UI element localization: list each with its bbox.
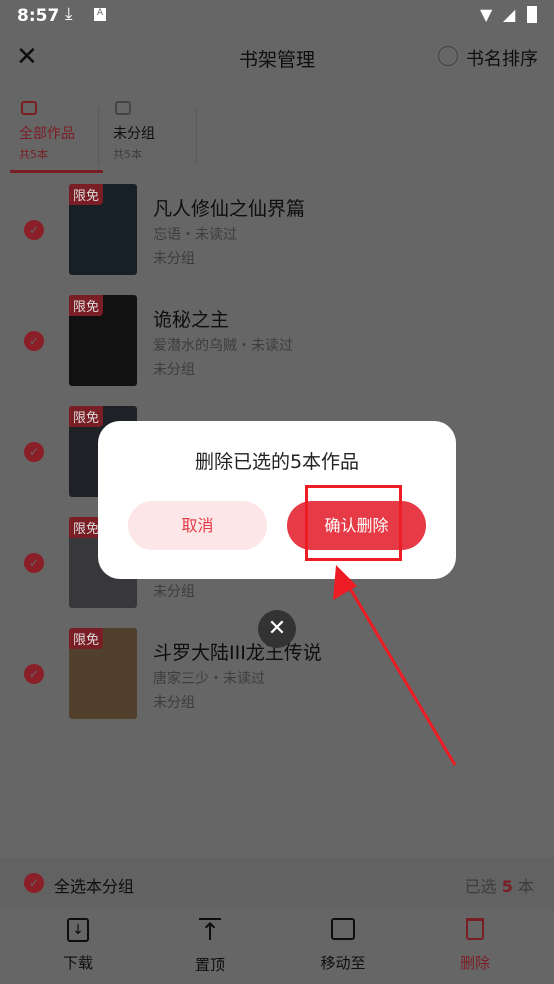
tab-label: 全部作品 (19, 126, 75, 142)
dialog-title: 删除已选的5本作品 (194, 451, 360, 473)
signal-icon: ◢ (503, 5, 516, 24)
book-cover: 限免 (69, 628, 137, 719)
book-cover: 限免 (69, 295, 137, 386)
tab-divider (196, 107, 197, 165)
cancel-button[interactable]: 取消 (128, 501, 267, 550)
tab-all-works[interactable]: 全部作品 共5本 (10, 96, 103, 174)
book-checkbox[interactable]: ✓ (24, 331, 44, 351)
tab-divider (98, 107, 99, 165)
download-icon: ↓ (67, 918, 89, 942)
book-meta: 唐家三少・未读过 (153, 671, 265, 687)
status-time: 8:57 (17, 6, 60, 26)
select-all-bar: ✓ 全选本分组 已选 5 本 (0, 858, 554, 908)
book-checkbox[interactable]: ✓ (24, 664, 44, 684)
trash-icon (466, 918, 484, 940)
select-all-checkbox[interactable]: ✓ (24, 873, 44, 893)
download-icon: ⤓ (65, 4, 73, 24)
book-meta: 忘语・未读过 (153, 227, 237, 243)
sort-radio[interactable] (438, 46, 458, 66)
book-title: 斗罗大陆III龙王传说 (153, 642, 322, 664)
book-checkbox[interactable]: ✓ (24, 553, 44, 573)
wifi-icon: ▼ (480, 5, 493, 24)
book-group: 未分组 (153, 251, 195, 267)
book-checkbox[interactable]: ✓ (24, 220, 44, 240)
book-row[interactable]: ✓ 限免 凡人修仙之仙界篇 忘语・未读过 未分组 (0, 182, 554, 293)
free-badge: 限免 (69, 184, 104, 205)
pin-top-button[interactable]: ↑ 置顶 (165, 918, 255, 975)
book-row[interactable]: ✓ 限免 诡秘之主 爱潜水的乌贼・未读过 未分组 (0, 293, 554, 404)
free-badge: 限免 (69, 628, 104, 649)
annotation-highlight-box (305, 485, 402, 561)
folder-icon (331, 918, 355, 940)
download-button[interactable]: ↓ 下载 (33, 918, 123, 973)
book-group: 未分组 (153, 695, 195, 711)
tab-indicator (10, 170, 103, 173)
dialog-close-icon[interactable]: ✕ (258, 610, 296, 648)
tab-label: 未分组 (113, 126, 155, 142)
bottom-toolbar: ↓ 下载 ↑ 置顶 移动至 删除 (0, 908, 554, 984)
battery-icon (527, 6, 537, 23)
sort-label[interactable]: 书名排序 (466, 45, 538, 71)
free-badge: 限免 (69, 406, 104, 427)
tab-ungrouped[interactable]: 未分组 共5本 (105, 96, 197, 174)
book-meta: 爱潜水的乌贼・未读过 (153, 338, 293, 354)
select-all-label[interactable]: 全选本分组 (54, 873, 134, 897)
status-bar: 8:57 ⤓ A ▼ ◢ (0, 0, 554, 32)
tab-count: 共5本 (19, 148, 48, 161)
folder-icon (115, 101, 131, 115)
free-badge: 限免 (69, 295, 104, 316)
pin-top-icon: ↑ (199, 918, 221, 946)
book-group: 未分组 (153, 584, 195, 600)
book-title: 诡秘之主 (153, 309, 230, 331)
move-to-button[interactable]: 移动至 (298, 918, 388, 973)
book-title: 凡人修仙之仙界篇 (153, 198, 306, 220)
a-notification-icon: A (94, 8, 106, 21)
book-group: 未分组 (153, 362, 195, 378)
book-checkbox[interactable]: ✓ (24, 442, 44, 462)
book-cover: 限免 (69, 184, 137, 275)
stack-icon (21, 101, 37, 115)
delete-button[interactable]: 删除 (430, 918, 520, 973)
selected-count: 已选 5 本 (464, 877, 534, 896)
tab-count: 共5本 (113, 148, 142, 161)
delete-dialog: 删除已选的5本作品 取消 确认删除 (98, 421, 456, 579)
